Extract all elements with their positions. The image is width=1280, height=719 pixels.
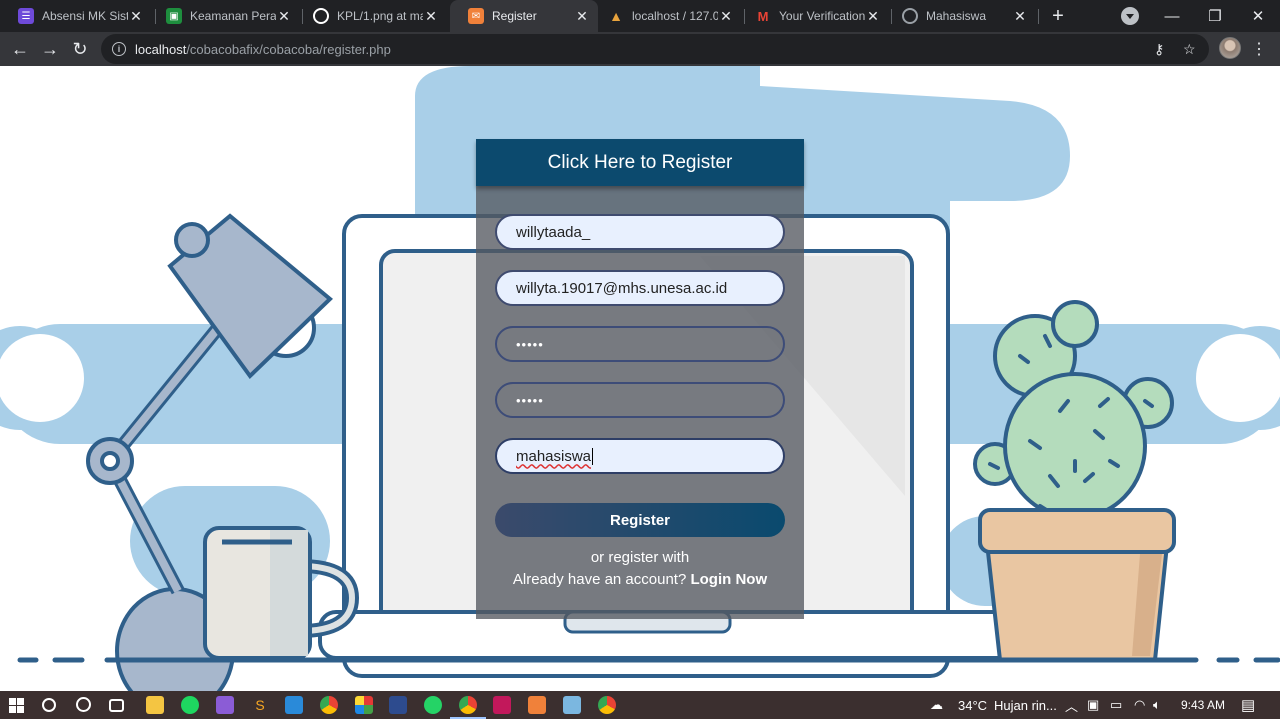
window-close-icon[interactable]: ✕ (1236, 0, 1280, 32)
url-path: /cobacobafix/cobacoba/register.php (186, 41, 391, 57)
windows-start-icon[interactable] (9, 698, 24, 713)
tab-github[interactable]: KPL/1.png at main ✕ (295, 0, 447, 32)
username-value: willytaada_ (516, 223, 591, 241)
weather-icon[interactable]: ☁ (930, 691, 943, 719)
close-icon[interactable]: ✕ (1012, 8, 1028, 24)
volume-icon[interactable]: 🔈︎ (1153, 691, 1161, 719)
role-field[interactable]: mahasiswa (495, 438, 785, 474)
address-bar[interactable]: i localhost/cobacobafix/cobacoba/registe… (101, 34, 1209, 64)
page-viewport: Click Here to Register willytaada_ willy… (0, 66, 1280, 691)
browser-tab-strip: ☰ Absensi MK Sistem ✕ ▣ Keamanan Perangk… (0, 0, 1280, 32)
chrome-active-icon[interactable] (459, 696, 477, 714)
close-icon[interactable]: ✕ (128, 8, 144, 24)
battery-icon[interactable]: ▭ (1110, 691, 1122, 719)
close-icon[interactable]: ✕ (276, 8, 292, 24)
register-form-card: Click Here to Register willytaada_ willy… (476, 139, 804, 619)
password-field[interactable]: ••••• (495, 326, 785, 362)
phpmyadmin-icon: ▲ (609, 8, 623, 24)
browser-toolbar: ← → ↻ i localhost/cobacobafix/cobacoba/r… (0, 32, 1280, 66)
tab-title: localhost / 127.0.0.1 (632, 9, 718, 23)
app-window-icon[interactable] (389, 696, 407, 714)
info-icon[interactable]: i (112, 42, 126, 56)
email-field[interactable]: willyta.19017@mhs.unesa.ac.id (495, 270, 785, 306)
sublime-icon[interactable]: S (251, 696, 269, 714)
register-button[interactable]: Register (495, 503, 785, 537)
tab-title: Absensi MK Sistem (42, 9, 128, 23)
close-icon[interactable]: ✕ (423, 8, 439, 24)
chrome-profile-icon[interactable] (598, 696, 616, 714)
tab-title: Mahasiswa (926, 9, 987, 23)
tab-title: Your Verification (779, 9, 865, 23)
new-tab-icon[interactable]: + (1046, 4, 1070, 28)
tab-mahasiswa[interactable]: Mahasiswa ✕ (884, 0, 1036, 32)
whatsapp-icon[interactable] (424, 696, 442, 714)
form-icon: ☰ (18, 8, 34, 24)
login-prompt-text: Already have an account? (512, 571, 687, 588)
search-icon[interactable] (42, 698, 56, 712)
task-view-icon[interactable] (109, 699, 124, 712)
notification-icon[interactable]: ▤ (1241, 691, 1255, 719)
close-icon[interactable]: ✕ (574, 8, 590, 24)
minimize-icon[interactable]: — (1150, 0, 1194, 32)
register-header[interactable]: Click Here to Register (476, 139, 804, 186)
profile-avatar[interactable] (1219, 37, 1241, 59)
postman-icon: ✉ (468, 8, 484, 24)
url-host: localhost (135, 41, 187, 57)
key-icon[interactable]: ⚷ (1154, 34, 1164, 64)
tab-register[interactable]: ✉ Register ✕ (450, 0, 598, 32)
winrar-icon[interactable] (493, 696, 511, 714)
cortana-icon[interactable] (76, 697, 91, 712)
wifi-icon[interactable]: ◠ (1134, 691, 1145, 719)
tab-gmail[interactable]: M Your Verification ✕ (737, 0, 889, 32)
text-cursor (592, 447, 594, 465)
login-prompt: Already have an account? Login Now (476, 571, 804, 588)
tab-title: Keamanan Perangkat (190, 9, 276, 23)
confirm-password-field[interactable]: ••••• (495, 382, 785, 418)
github-icon (313, 8, 329, 24)
vscode-icon[interactable] (285, 696, 303, 714)
menu-kebab-icon[interactable]: ⋮ (1251, 36, 1267, 62)
weather-text[interactable]: Hujan rin... (994, 691, 1057, 719)
back-arrow-icon[interactable]: ← (7, 36, 33, 62)
tab-title: KPL/1.png at main (337, 9, 423, 23)
globe-icon (902, 8, 918, 24)
close-icon[interactable]: ✕ (718, 8, 734, 24)
tab-absensi[interactable]: ☰ Absensi MK Sistem ✕ (0, 0, 152, 32)
spotify-icon[interactable] (181, 696, 199, 714)
file-explorer-icon[interactable] (146, 696, 164, 714)
tray-chevron-icon[interactable]: ︿ (1065, 691, 1078, 719)
postman-taskbar-icon[interactable] (528, 696, 546, 714)
login-now-link[interactable]: Login Now (690, 571, 767, 588)
chrome-icon[interactable] (320, 696, 338, 714)
tray-app-icon[interactable]: ▣ (1087, 691, 1099, 719)
bookmark-star-icon[interactable]: ☆ (1183, 34, 1196, 64)
password-mask: ••••• (516, 336, 544, 352)
username-field[interactable]: willytaada_ (495, 214, 785, 250)
restore-icon[interactable]: ❐ (1193, 0, 1237, 32)
url-text[interactable]: localhost/cobacobafix/cobacoba/register.… (135, 42, 391, 57)
tab-title: Register (492, 9, 537, 23)
windows-taskbar: S ☁ 34°C Hujan rin... ︿ ▣ ▭ ◠ 🔈︎ 9:43 AM… (0, 691, 1280, 719)
confirm-password-mask: ••••• (516, 392, 544, 408)
forward-arrow-icon[interactable]: → (37, 36, 63, 62)
role-value: mahasiswa (516, 447, 592, 465)
notes-icon[interactable] (563, 696, 581, 714)
alt-register-text: or register with (590, 549, 690, 566)
app-grid-icon[interactable] (355, 696, 373, 714)
tab-phpmyadmin[interactable]: ▲ localhost / 127.0.0.1 ✕ (590, 0, 742, 32)
classroom-icon: ▣ (166, 8, 182, 24)
visual-studio-icon[interactable] (216, 696, 234, 714)
reload-icon[interactable]: ↻ (67, 36, 93, 62)
tab-search-icon[interactable] (1121, 7, 1139, 25)
weather-temp[interactable]: 34°C (958, 691, 987, 719)
email-value: willyta.19017@mhs.unesa.ac.id (516, 279, 728, 297)
clock[interactable]: 9:43 AM (1181, 691, 1225, 719)
close-icon[interactable]: ✕ (865, 8, 881, 24)
tab-keamanan[interactable]: ▣ Keamanan Perangkat ✕ (148, 0, 300, 32)
gmail-icon: M (757, 8, 769, 24)
